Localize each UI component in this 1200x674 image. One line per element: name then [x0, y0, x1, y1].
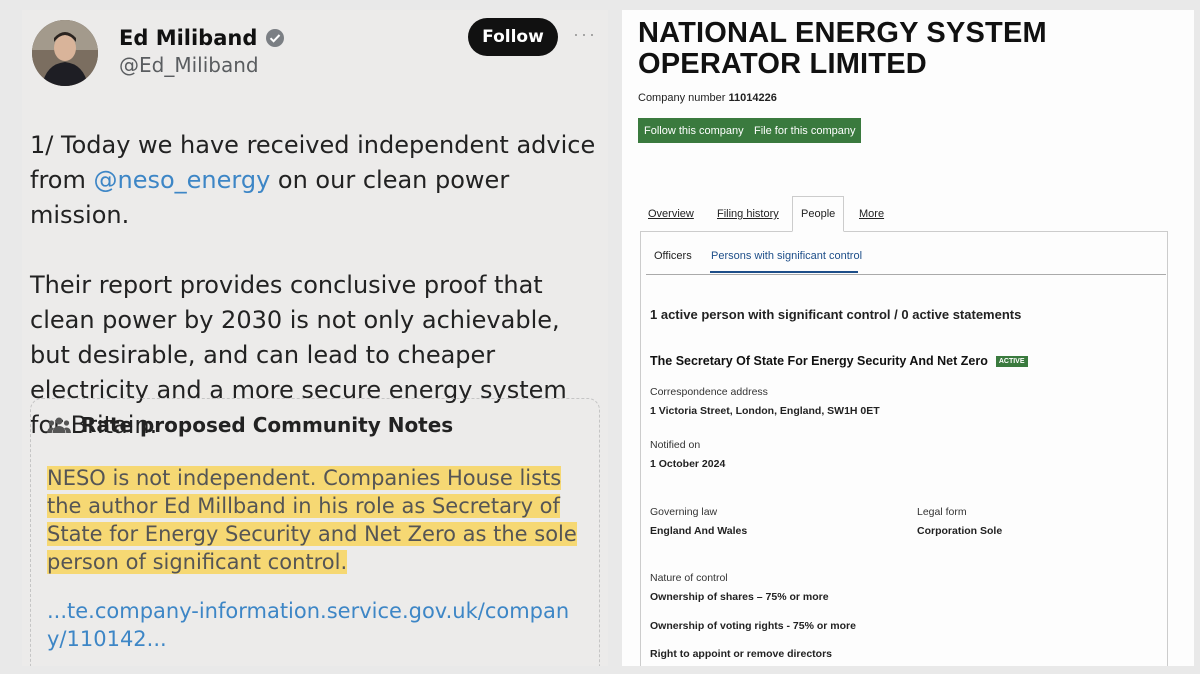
correspondence-value: 1 Victoria Street, London, England, SW1H… [650, 405, 880, 417]
file-for-company-button[interactable]: File for this company [748, 118, 862, 143]
company-number-label: Company number [638, 92, 726, 104]
tweet-card: Ed Miliband @Ed_Miliband Follow ··· 1/ T… [22, 10, 608, 666]
tweet-paragraph-1: 1/ Today we have received independent ad… [30, 128, 600, 233]
follow-company-button[interactable]: Follow this company [638, 118, 750, 143]
company-tabs: Overview Filing history People More [640, 196, 1168, 232]
community-notes-header[interactable]: Rate proposed Community Notes [47, 413, 453, 437]
community-note-text: NESO is not independent. Companies House… [47, 464, 587, 576]
company-record-panel: NATIONAL ENERGY SYSTEM OPERATOR LIMITED … [622, 10, 1194, 666]
correspondence-label: Correspondence address [650, 386, 768, 398]
subtabs-divider [646, 274, 1166, 275]
tab-people[interactable]: People [792, 196, 845, 232]
highlighted-note-text: NESO is not independent. Companies House… [47, 466, 577, 574]
verified-badge-icon [266, 29, 285, 47]
governing-law-label: Governing law [650, 506, 718, 518]
nature-item: Right to appoint or remove directors [650, 648, 833, 660]
follow-button[interactable]: Follow [468, 18, 558, 56]
status-badge: ACTIVE [995, 355, 1028, 367]
legal-form-value: Corporation Sole [917, 525, 1003, 537]
mention-link[interactable]: @neso_energy [93, 166, 270, 194]
avatar[interactable] [32, 20, 98, 86]
community-notes-box: Rate proposed Community Notes NESO is no… [30, 398, 600, 666]
psc-name[interactable]: The Secretary Of State For Energy Securi… [650, 354, 988, 368]
people-group-icon [47, 417, 71, 433]
display-name-row: Ed Miliband [119, 26, 285, 50]
governing-law-value: England And Wales [650, 525, 748, 537]
active-subtab-indicator [710, 271, 858, 273]
notified-label: Notified on [650, 439, 701, 451]
note-source-link[interactable]: ...te.company-information.service.gov.uk… [47, 597, 587, 653]
more-options-icon[interactable]: ··· [573, 24, 597, 45]
tab-more[interactable]: More [851, 196, 892, 232]
tab-filing-history[interactable]: Filing history [709, 196, 787, 232]
nature-item: Ownership of shares – 75% or more [650, 591, 829, 603]
company-title: NATIONAL ENERGY SYSTEM OPERATOR LIMITED [638, 17, 1047, 80]
notified-value: 1 October 2024 [650, 458, 726, 470]
psc-name-row: The Secretary Of State For Energy Securi… [650, 354, 1028, 368]
subtab-officers[interactable]: Officers [654, 250, 692, 262]
company-number: 11014226 [728, 92, 777, 104]
display-name[interactable]: Ed Miliband [119, 26, 257, 50]
user-handle[interactable]: @Ed_Miliband [119, 53, 259, 77]
nature-of-control-label: Nature of control [650, 572, 728, 584]
nature-item: Ownership of voting rights - 75% or more [650, 620, 856, 632]
tab-overview[interactable]: Overview [640, 196, 702, 232]
psc-summary: 1 active person with significant control… [650, 307, 1022, 322]
subtab-psc[interactable]: Persons with significant control [711, 250, 862, 262]
community-notes-title: Rate proposed Community Notes [81, 413, 454, 437]
company-number-row: Company number 11014226 [638, 92, 777, 104]
avatar-image [32, 20, 98, 86]
legal-form-label: Legal form [917, 506, 967, 518]
